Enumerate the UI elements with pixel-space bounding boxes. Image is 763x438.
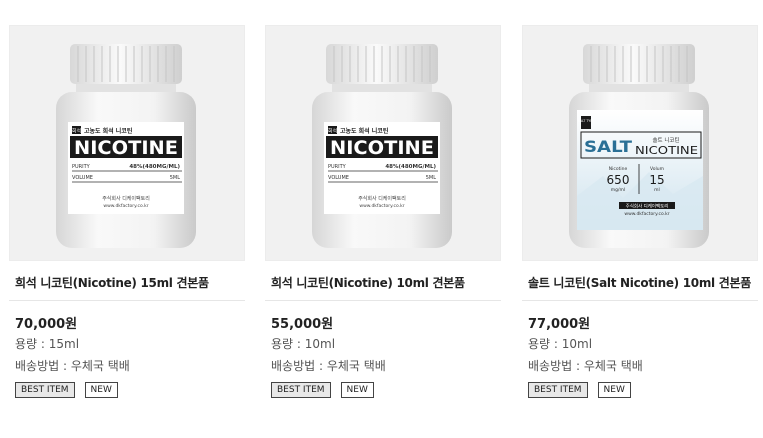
divider: [522, 300, 758, 301]
label-purity-value: 48%(480MG/ML): [385, 164, 436, 170]
new-badge: NEW: [597, 382, 631, 398]
product-shipping: 배송방법 : 우체국 택배: [271, 359, 386, 373]
label-tag: SALT TYPE: [578, 119, 594, 123]
label-volume-value: 15: [649, 173, 664, 187]
label-volume-value: 5ML: [170, 175, 180, 181]
divider: [9, 300, 245, 301]
label-company: 주식회사 디케이팩토리: [102, 195, 150, 202]
nicotine-bottle-illustration: 희석 고농도 희석 니코틴 NICOTINE PURITY 48%(480MG/…: [312, 44, 452, 248]
nicotine-bottle-illustration: 희석 고농도 희석 니코틴 NICOTINE PURITY 48%(480MG/…: [56, 44, 196, 248]
best-item-badge: BEST ITEM: [528, 382, 588, 398]
label-volume-value: 5ML: [426, 175, 436, 181]
product-volume: 용량 : 15ml: [15, 337, 80, 351]
product-image[interactable]: 희석 고농도 희석 니코틴 NICOTINE PURITY 48%(480MG/…: [9, 25, 245, 261]
badge-group: BEST ITEM NEW: [15, 382, 118, 398]
product-grid: 희석 고농도 희석 니코틴 NICOTINE PURITY 48%(480MG/…: [0, 0, 763, 438]
label-company: 주식회사 디케이팩토리: [626, 203, 669, 210]
label-website: www.dkfactory.co.kr: [103, 203, 148, 209]
salt-nicotine-bottle-illustration: SALT TYPE SALT 솔트 니코틴 NICOTINE Nicotine …: [569, 44, 709, 248]
new-badge: NEW: [340, 382, 374, 398]
label-brand-salt: SALT: [584, 137, 632, 156]
label-website: www.dkfactory.co.kr: [359, 203, 404, 209]
new-badge: NEW: [84, 382, 118, 398]
best-item-badge: BEST ITEM: [15, 382, 75, 398]
product-volume: 용량 : 10ml: [528, 337, 593, 351]
product-image[interactable]: 희석 고농도 희석 니코틴 NICOTINE PURITY 48%(480MG/…: [265, 25, 501, 261]
product-shipping: 배송방법 : 우체국 택배: [528, 359, 643, 373]
product-price: 55,000원: [271, 317, 334, 332]
label-volume-label: VOLUME: [328, 175, 349, 181]
label-brand-korean: 솔트 니코틴: [652, 136, 679, 144]
label-brand: NICOTINE: [330, 137, 434, 159]
label-nicotine-label: Nicotine: [609, 166, 628, 172]
label-nicotine-unit: mg/ml: [611, 187, 625, 193]
label-subtitle: 고농도 희석 니코틴: [340, 127, 389, 135]
product-name[interactable]: 희석 니코틴(Nicotine) 15ml 견본품: [15, 274, 247, 291]
badge-group: BEST ITEM NEW: [528, 382, 631, 398]
label-purity-label: PURITY: [328, 164, 347, 170]
label-subtitle: 고농도 희석 니코틴: [84, 127, 133, 135]
label-purity-label: PURITY: [72, 164, 91, 170]
label-tag: 희석: [328, 128, 337, 135]
product-price: 77,000원: [528, 317, 591, 332]
label-volume-unit: ml: [654, 187, 660, 193]
label-volume-label: VOLUME: [72, 175, 93, 181]
product-name[interactable]: 솔트 니코틴(Salt Nicotine) 10ml 견본품: [528, 274, 760, 291]
label-tag: 희석: [72, 128, 81, 135]
best-item-badge: BEST ITEM: [271, 382, 331, 398]
label-purity-value: 48%(480MG/ML): [129, 164, 180, 170]
product-volume: 용량 : 10ml: [271, 337, 336, 351]
product-price: 70,000원: [15, 317, 78, 332]
divider: [265, 300, 501, 301]
badge-group: BEST ITEM NEW: [271, 382, 374, 398]
label-website: www.dkfactory.co.kr: [624, 211, 669, 217]
product-name[interactable]: 희석 니코틴(Nicotine) 10ml 견본품: [271, 274, 503, 291]
label-nicotine-value: 650: [607, 173, 630, 187]
product-shipping: 배송방법 : 우체국 택배: [15, 359, 130, 373]
label-brand: NICOTINE: [74, 137, 178, 159]
label-brand-nicotine: NICOTINE: [635, 144, 698, 157]
label-volume-label: Volum: [650, 166, 664, 172]
label-company: 주식회사 디케이팩토리: [358, 195, 406, 202]
product-image[interactable]: SALT TYPE SALT 솔트 니코틴 NICOTINE Nicotine …: [522, 25, 758, 261]
